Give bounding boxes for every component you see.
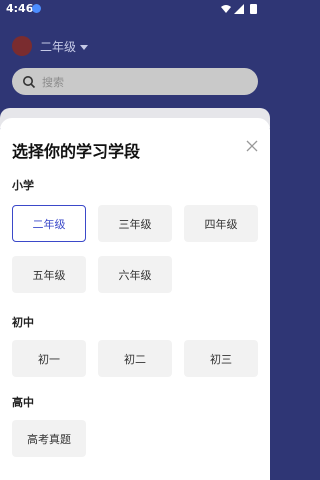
search-icon bbox=[23, 75, 36, 88]
grade-picker-sheet: 选择你的学习学段 小学 二年级 三年级 四年级 五年级 六年级 初中 初一 初二… bbox=[0, 118, 270, 480]
caret-down-icon bbox=[80, 44, 89, 50]
grade-button-gaokao[interactable]: 高考真题 bbox=[12, 420, 86, 457]
grade-button-2[interactable]: 二年级 bbox=[12, 205, 86, 242]
grade-selector-label: 二年级 bbox=[40, 39, 77, 54]
status-bar: 4:46 bbox=[0, 0, 270, 18]
battery-icon bbox=[250, 4, 257, 14]
section-label-junior: 初中 bbox=[12, 316, 34, 329]
grade-selector[interactable]: 二年级 bbox=[40, 36, 89, 56]
grade-button-junior-3[interactable]: 初三 bbox=[184, 340, 258, 377]
section-label-primary: 小学 bbox=[12, 179, 34, 192]
grade-button-6[interactable]: 六年级 bbox=[98, 256, 172, 293]
signal-icon bbox=[234, 4, 244, 14]
avatar[interactable] bbox=[12, 36, 32, 56]
grade-button-5[interactable]: 五年级 bbox=[12, 256, 86, 293]
notification-icon bbox=[32, 4, 41, 13]
status-time: 4:46 bbox=[6, 2, 34, 15]
sheet-title: 选择你的学习学段 bbox=[12, 142, 141, 161]
section-label-senior: 高中 bbox=[12, 396, 34, 409]
close-icon[interactable] bbox=[245, 139, 259, 153]
status-icons bbox=[221, 4, 257, 14]
search-bar[interactable]: 搜索 bbox=[12, 68, 258, 95]
grade-button-junior-1[interactable]: 初一 bbox=[12, 340, 86, 377]
search-placeholder: 搜索 bbox=[42, 75, 64, 89]
wifi-icon bbox=[221, 5, 231, 13]
grade-button-junior-2[interactable]: 初二 bbox=[98, 340, 172, 377]
grade-button-4[interactable]: 四年级 bbox=[184, 205, 258, 242]
grade-button-3[interactable]: 三年级 bbox=[98, 205, 172, 242]
